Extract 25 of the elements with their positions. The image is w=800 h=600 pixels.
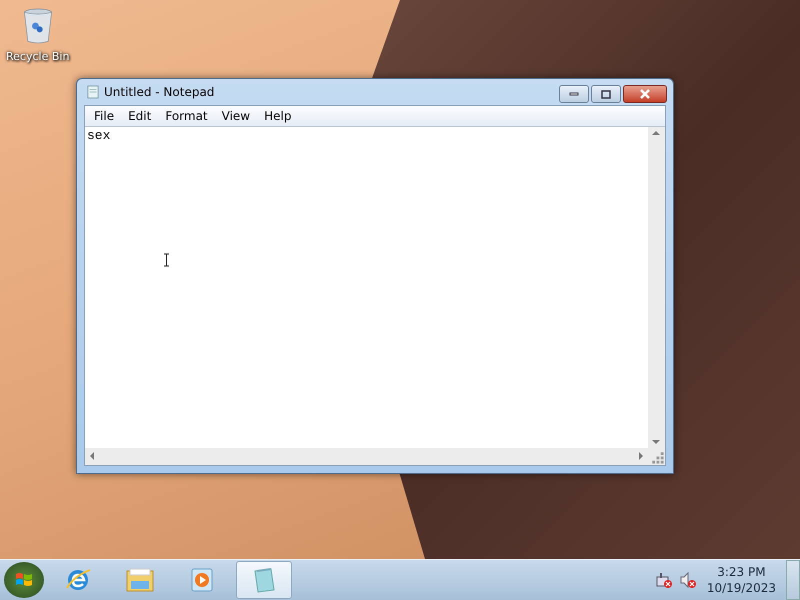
menu-item[interactable]: Help xyxy=(257,108,298,124)
maximize-button[interactable] xyxy=(591,85,621,103)
minimize-button[interactable] xyxy=(559,85,589,103)
clock-time[interactable]: 3:23 PM xyxy=(717,564,766,580)
folder-icon xyxy=(125,566,155,594)
menu-item[interactable]: Format xyxy=(158,108,215,124)
text-area[interactable]: sex xyxy=(85,127,648,144)
maximize-icon xyxy=(601,90,611,98)
close-button[interactable] xyxy=(623,85,667,103)
menu-item[interactable]: Edit xyxy=(121,108,158,124)
taskbar-button[interactable] xyxy=(236,561,292,599)
menu-item[interactable]: View xyxy=(214,108,258,124)
window-title: Untitled - Notepad xyxy=(104,85,216,99)
menu-item[interactable]: File xyxy=(87,108,122,124)
speaker-muted-icon[interactable] xyxy=(678,571,697,589)
text-cursor-icon xyxy=(163,253,170,267)
network-error-icon[interactable] xyxy=(654,571,673,589)
horizontal-scrollbar[interactable] xyxy=(85,448,648,465)
vertical-scrollbar[interactable] xyxy=(648,127,665,448)
minimize-icon xyxy=(569,92,579,96)
notepad-icon xyxy=(87,85,99,99)
show-desktop-button[interactable] xyxy=(786,560,800,600)
close-icon xyxy=(639,89,651,99)
start-button[interactable] xyxy=(4,562,44,598)
clock-date[interactable]: 10/19/2023 xyxy=(706,580,776,596)
